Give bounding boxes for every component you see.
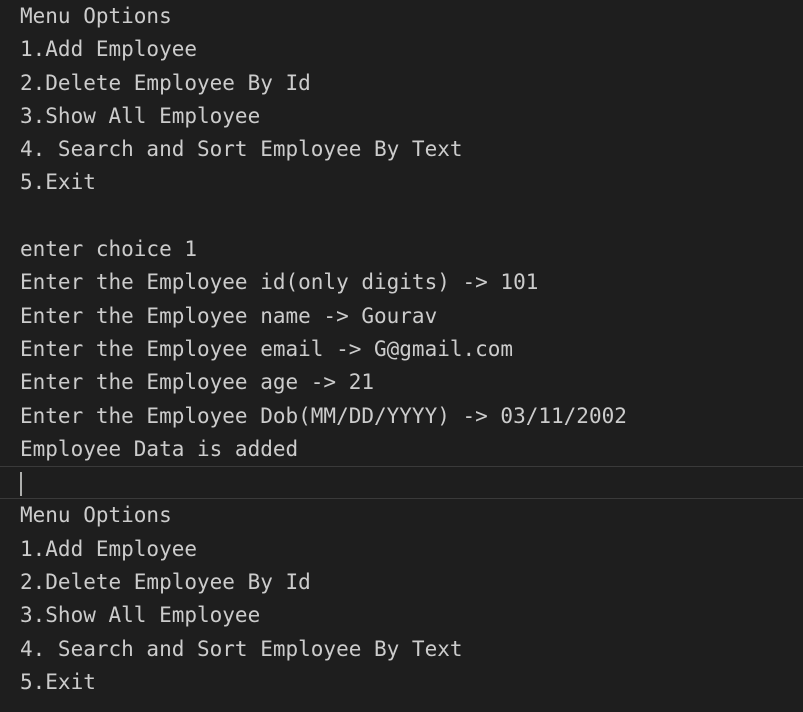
choice-prompt: enter choice 1 [20, 237, 198, 262]
menu-option-delete: 2.Delete Employee By Id [20, 570, 311, 595]
status-message: Employee Data is added [20, 436, 299, 461]
employee-email-prompt: Enter the Employee email -> G@gmail.com [20, 336, 514, 361]
menu-option-exit: 5.Exit [20, 669, 96, 694]
menu-option-add: 1.Add Employee [20, 37, 198, 62]
menu-title: Menu Options [20, 503, 172, 528]
employee-dob-prompt: Enter the Employee Dob(MM/DD/YYYY) -> 03… [20, 403, 627, 428]
menu-option-show: 3.Show All Employee [20, 603, 261, 628]
menu-option-add: 1.Add Employee [20, 536, 198, 561]
text-cursor [20, 472, 22, 497]
menu-title: Menu Options [20, 4, 172, 28]
menu-option-show: 3.Show All Employee [20, 103, 261, 128]
menu-option-search: 4. Search and Sort Employee By Text [20, 137, 463, 162]
terminal-output[interactable]: Menu Options 1.Add Employee 2.Delete Emp… [0, 0, 803, 712]
menu-option-delete: 2.Delete Employee By Id [20, 70, 311, 95]
terminal-input-line[interactable] [0, 466, 803, 500]
employee-name-prompt: Enter the Employee name -> Gourav [20, 303, 438, 328]
menu-option-search: 4. Search and Sort Employee By Text [20, 636, 463, 661]
menu-option-exit: 5.Exit [20, 170, 96, 195]
employee-id-prompt: Enter the Employee id(only digits) -> 10… [20, 270, 539, 295]
employee-age-prompt: Enter the Employee age -> 21 [20, 370, 375, 395]
